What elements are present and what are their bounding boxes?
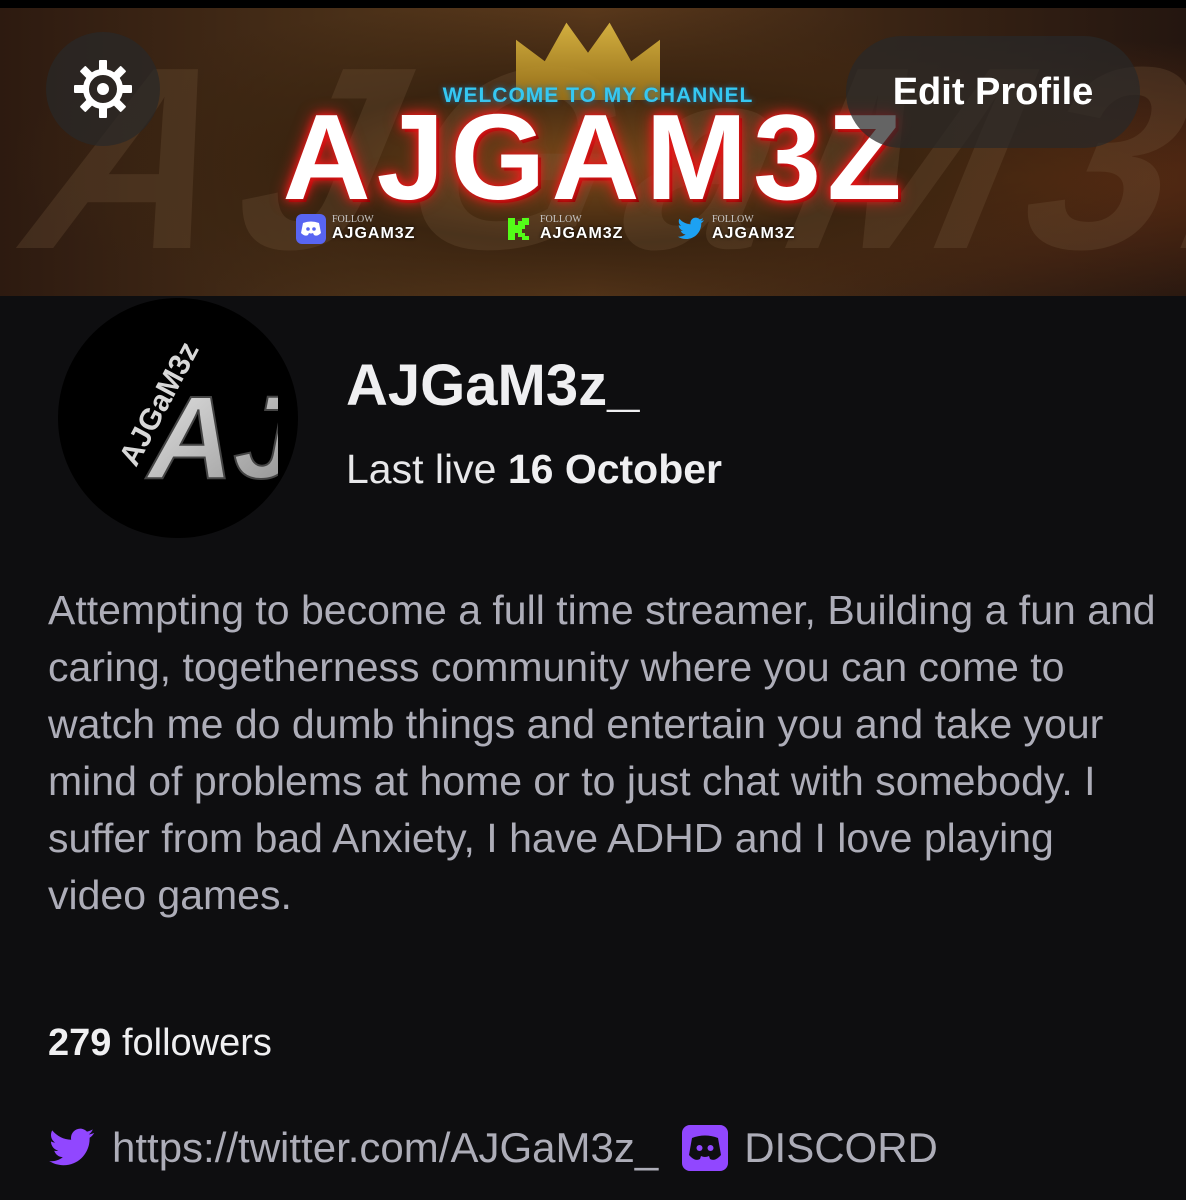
profile-bio: Attempting to become a full time streame…: [48, 587, 1156, 918]
gear-icon: [74, 60, 132, 118]
twitter-icon: [676, 214, 706, 244]
status-bar-strip: [0, 0, 1186, 8]
settings-button[interactable]: [46, 32, 160, 146]
twitter-link[interactable]: https://twitter.com/AJGaM3z_: [48, 1124, 658, 1172]
follow-label: FOLLOW: [540, 214, 582, 226]
discord-icon: [682, 1125, 729, 1171]
avatar-logo: AJGaM3z AJ: [113, 337, 278, 505]
avatar[interactable]: AJGaM3z AJ: [58, 298, 298, 538]
discord-icon: [296, 214, 326, 244]
follow-label: FOLLOW: [712, 214, 754, 226]
last-live-date: 16 October: [507, 446, 723, 492]
last-live: Last live 16 October: [346, 446, 722, 493]
social-links: https://twitter.com/AJGaM3z_ DISCORD: [48, 1124, 962, 1172]
kick-icon: [504, 214, 534, 244]
discord-link-label: DISCORD: [744, 1124, 938, 1171]
last-live-label: Last live: [346, 446, 497, 492]
banner-follow-discord: FOLLOW AJGAM3Z: [296, 214, 415, 244]
followers-count: 279 followers: [48, 1022, 272, 1065]
followers-number: 279: [48, 1022, 112, 1064]
twitter-icon: [49, 1128, 95, 1166]
follow-handle: AJGAM3Z: [332, 225, 416, 243]
follow-handle: AJGAM3Z: [540, 225, 624, 243]
followers-label: followers: [121, 1022, 272, 1064]
follow-handle: AJGAM3Z: [712, 225, 796, 243]
profile-banner: AJGaM3z WELCOME TO MY CHANNEL AJGAM3Z FO…: [0, 0, 1186, 296]
edit-profile-button[interactable]: Edit Profile: [846, 36, 1140, 148]
discord-link[interactable]: DISCORD: [682, 1124, 938, 1172]
follow-label: FOLLOW: [332, 214, 374, 226]
banner-follow-kick: FOLLOW AJGAM3Z: [504, 214, 623, 244]
banner-follow-twitter: FOLLOW AJGAM3Z: [676, 214, 795, 244]
twitter-link-label: https://twitter.com/AJGaM3z_: [112, 1124, 659, 1171]
avatar-monogram: AJ: [145, 372, 278, 504]
username: AJGaM3z_: [346, 353, 640, 418]
